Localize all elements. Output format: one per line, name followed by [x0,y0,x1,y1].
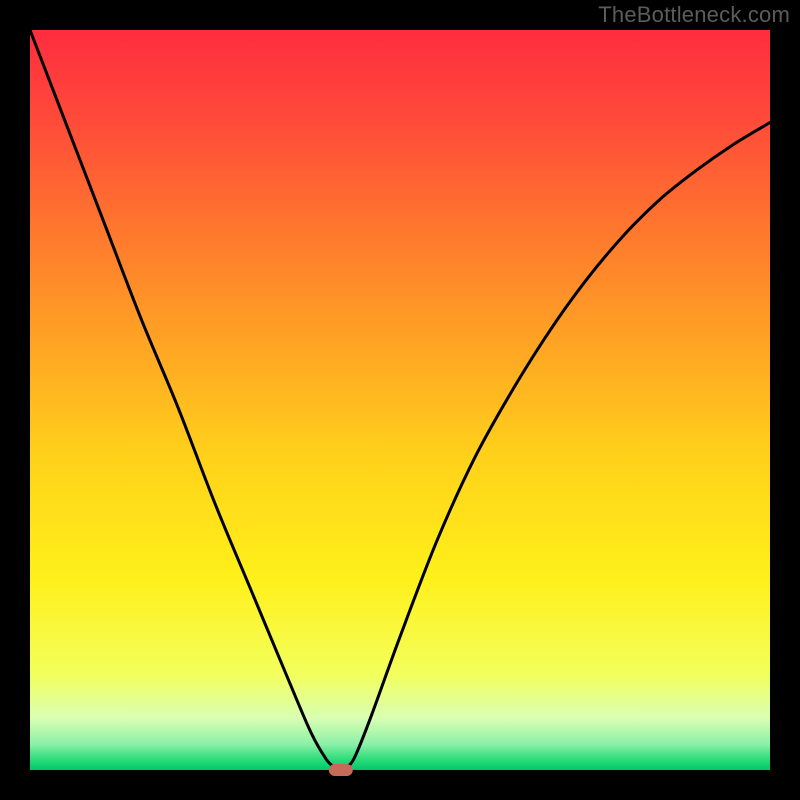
optimal-point-marker [329,764,353,776]
plot-area [30,30,770,770]
watermark-text: TheBottleneck.com [598,2,790,28]
bottleneck-chart [0,0,800,800]
chart-container: TheBottleneck.com [0,0,800,800]
